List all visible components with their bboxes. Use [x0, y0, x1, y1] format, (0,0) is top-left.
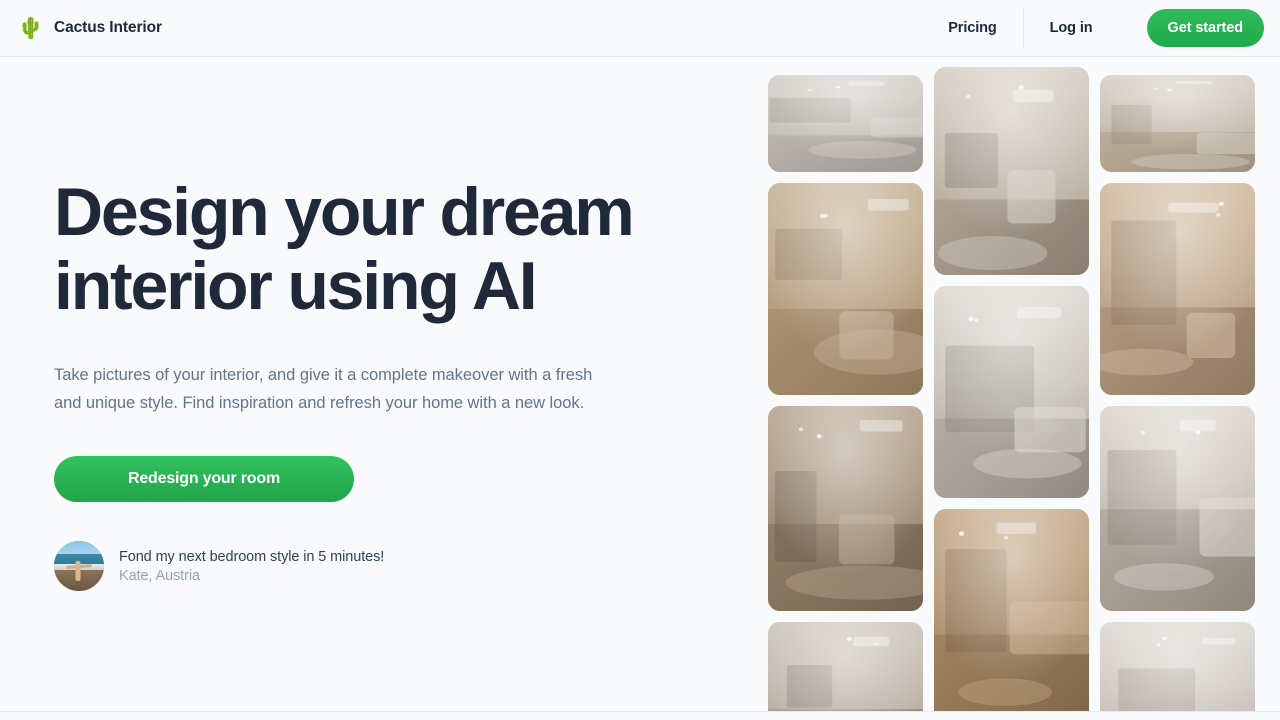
cactus-icon: 🌵 [17, 16, 45, 40]
main-nav: Pricing Log in Get started [922, 8, 1264, 48]
gallery-column-3 [1100, 75, 1255, 711]
gallery-image-bedroom-with-patterned-wall-and-shag-rug [768, 406, 923, 611]
testimonial-author: Kate, Austria [119, 567, 200, 584]
brand-name: Cactus Interior [54, 19, 162, 36]
page-title: Design your dream interior using AI [54, 174, 635, 324]
gallery-column-2 [934, 67, 1089, 711]
gallery-image-warm-lit-corridor-with-door [934, 509, 1089, 711]
top-navigation-bar: 🌵 Cactus Interior Pricing Log in Get sta… [0, 0, 1280, 57]
get-started-button[interactable]: Get started [1146, 9, 1264, 47]
inspiration-gallery [768, 57, 1280, 711]
brand-logo-link[interactable]: 🌵 Cactus Interior [18, 15, 162, 41]
gallery-image-wardrobe-wall-with-gold-ring-chandelier [768, 183, 923, 395]
hero-section: Design your dream interior using AI Take… [0, 57, 1280, 712]
hero-content: Design your dream interior using AI Take… [54, 57, 754, 591]
gallery-image-bedroom-with-tufted-headboard-and-cove-lighting [1100, 406, 1255, 611]
avatar [54, 541, 104, 591]
hero-subtext: Take pictures of your interior, and give… [54, 366, 593, 412]
gallery-image-marble-wall-with-pendant-lights [1100, 622, 1255, 711]
gallery-column-1 [768, 75, 923, 711]
gallery-image-beige-living-room-with-chandelier-and-sofa [1100, 183, 1255, 395]
gallery-image-grey-bedroom-with-round-wall-art [934, 286, 1089, 498]
redesign-your-room-button[interactable]: Redesign your room [54, 456, 354, 502]
nav-link-pricing[interactable]: Pricing [922, 20, 1022, 36]
gallery-image-living-room-corner-with-shag-rug-and-wood-floor [1100, 75, 1255, 172]
gallery-image-hallway-with-marble-floor-and-slatted-wall [768, 75, 923, 172]
nav-link-login[interactable]: Log in [1024, 20, 1119, 36]
testimonial-quote: Fond my next bedroom style in 5 minutes! [119, 548, 385, 565]
testimonial: Fond my next bedroom style in 5 minutes!… [54, 541, 754, 591]
gallery-image-living-room-with-beige-sofa-and-marble-rug [934, 67, 1089, 275]
gallery-image-wardrobe-closet-with-recessed-lights [768, 622, 923, 711]
